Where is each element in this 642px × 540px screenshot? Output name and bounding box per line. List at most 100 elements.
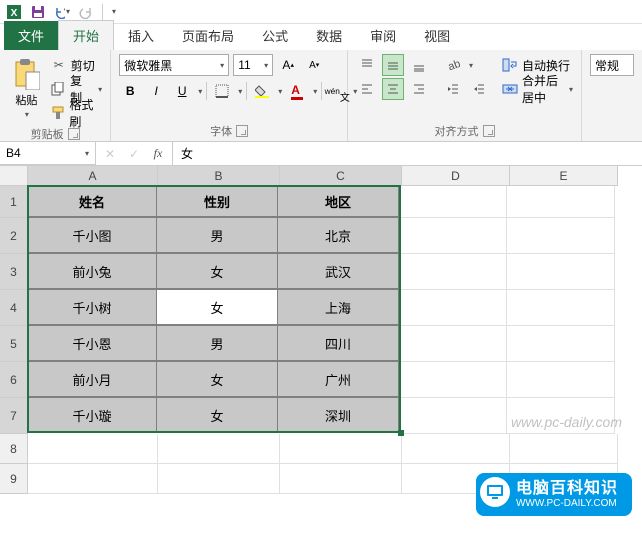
align-left-icon[interactable] [356,78,378,100]
cell-D5[interactable] [399,326,507,362]
border-button[interactable] [211,80,233,102]
tab-data[interactable]: 数据 [302,21,356,50]
tab-home[interactable]: 开始 [58,20,114,50]
increase-indent-icon[interactable] [468,78,490,100]
fx-icon[interactable]: fx [150,146,166,162]
underline-button[interactable]: U [171,80,193,102]
col-header-D[interactable]: D [402,166,510,186]
col-header-B[interactable]: B [158,166,280,186]
cell-A2[interactable]: 千小图 [27,217,157,253]
increase-font-icon[interactable]: A▴ [277,54,299,76]
cell-C3[interactable]: 武汉 [277,253,399,289]
row-header-1[interactable]: 1 [0,186,28,218]
select-all-corner[interactable] [0,166,28,186]
row-header-7[interactable]: 7 [0,398,28,434]
align-right-icon[interactable] [408,78,430,100]
row-header-9[interactable]: 9 [0,464,28,494]
cell-D7[interactable] [399,398,507,434]
row-header-8[interactable]: 8 [0,434,28,464]
fill-color-button[interactable] [251,80,273,102]
align-center-icon[interactable] [382,78,404,100]
cell-E1[interactable] [507,186,615,218]
row-header-5[interactable]: 5 [0,326,28,362]
row-header-2[interactable]: 2 [0,218,28,254]
cell-C1[interactable]: 地区 [277,185,399,217]
font-size-select[interactable]: 11▾ [233,54,273,76]
cell-D4[interactable] [399,290,507,326]
fbar-cancel-icon[interactable]: ✕ [102,146,118,162]
cell-C8[interactable] [280,434,402,464]
cell-B9[interactable] [158,464,280,494]
cell-A3[interactable]: 前小兔 [27,253,157,289]
cell-D2[interactable] [399,218,507,254]
cell-E4[interactable] [507,290,615,326]
tab-insert[interactable]: 插入 [114,21,168,50]
tab-formulas[interactable]: 公式 [248,21,302,50]
bold-button[interactable]: B [119,80,141,102]
cell-A5[interactable]: 千小恩 [27,325,157,361]
cell-C2[interactable]: 北京 [277,217,399,253]
tab-page-layout[interactable]: 页面布局 [168,21,248,50]
tab-file[interactable]: 文件 [4,21,58,50]
cell-C6[interactable]: 广州 [277,361,399,397]
decrease-indent-icon[interactable] [442,78,464,100]
cell-E6[interactable] [507,362,615,398]
italic-button[interactable]: I [145,80,167,102]
redo-icon[interactable] [78,4,94,20]
row-header-6[interactable]: 6 [0,362,28,398]
align-launcher-icon[interactable] [483,125,495,137]
row-header-3[interactable]: 3 [0,254,28,290]
row-header-4[interactable]: 4 [0,290,28,326]
cell-A4[interactable]: 千小树 [27,289,157,325]
tab-view[interactable]: 视图 [410,21,464,50]
format-painter-button[interactable]: 格式刷 [51,102,102,124]
cell-D3[interactable] [399,254,507,290]
cell-D6[interactable] [399,362,507,398]
cell-A9[interactable] [28,464,158,494]
font-name-select[interactable]: 微软雅黑▾ [119,54,229,76]
fbar-enter-icon[interactable]: ✓ [126,146,142,162]
qat-customize-icon[interactable]: ▾ [112,7,116,16]
paste-button[interactable]: 粘贴 ▾ [8,54,45,119]
number-format-select[interactable]: 常规 [590,54,634,76]
formula-input[interactable]: 女 [173,142,642,165]
orientation-icon[interactable]: ab [442,54,464,76]
cell-A7[interactable]: 千小璇 [27,397,157,433]
cell-B2[interactable]: 男 [156,217,278,253]
cell-C7[interactable]: 深圳 [277,397,399,433]
cell-E2[interactable] [507,218,615,254]
font-color-button[interactable]: A [286,80,308,102]
phonetic-button[interactable]: wén文 [326,80,348,102]
merge-center-button[interactable]: 合并后居中▾ [502,78,573,100]
undo-icon[interactable]: ▾ [54,4,70,20]
cell-B1[interactable]: 性别 [156,185,278,217]
cell-C4[interactable]: 上海 [277,289,399,325]
cell-A1[interactable]: 姓名 [27,185,157,217]
cell-A6[interactable]: 前小月 [27,361,157,397]
save-icon[interactable] [30,4,46,20]
align-top-icon[interactable] [356,54,378,76]
align-bottom-icon[interactable] [408,54,430,76]
decrease-font-icon[interactable]: A▾ [303,54,325,76]
tab-review[interactable]: 审阅 [356,21,410,50]
col-header-E[interactable]: E [510,166,618,186]
cell-C5[interactable]: 四川 [277,325,399,361]
cell-D1[interactable] [399,186,507,218]
col-header-C[interactable]: C [280,166,402,186]
cell-B5[interactable]: 男 [156,325,278,361]
align-middle-icon[interactable] [382,54,404,76]
cell-B4[interactable]: 女 [156,289,278,325]
cell-B6[interactable]: 女 [156,361,278,397]
cell-D8[interactable] [402,434,510,464]
cell-B8[interactable] [158,434,280,464]
cell-B7[interactable]: 女 [156,397,278,433]
cell-B3[interactable]: 女 [156,253,278,289]
cell-E8[interactable] [510,434,618,464]
cell-C9[interactable] [280,464,402,494]
font-launcher-icon[interactable] [236,125,248,137]
name-box[interactable]: B4▾ [0,142,96,165]
col-header-A[interactable]: A [28,166,158,186]
cell-E3[interactable] [507,254,615,290]
cell-E5[interactable] [507,326,615,362]
clipboard-launcher-icon[interactable] [68,128,80,140]
